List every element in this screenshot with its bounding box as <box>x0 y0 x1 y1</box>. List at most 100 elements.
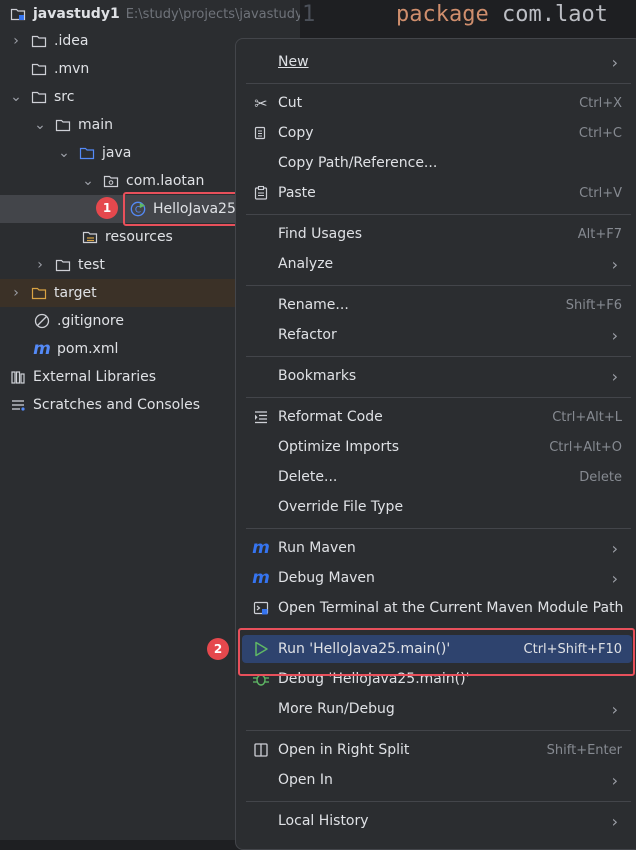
menu-item-override-file-type[interactable]: Override File Type <box>242 493 632 521</box>
copy-icon <box>252 124 270 142</box>
tree-label-test: test <box>78 257 105 273</box>
scratches-icon <box>10 397 26 413</box>
menu-label-rename: Rename... <box>278 297 349 313</box>
submenu-arrow-icon: › <box>611 699 618 719</box>
menu-item-open-right-split[interactable]: Open in Right Split Shift+Enter <box>242 736 632 764</box>
folder-icon <box>55 117 71 133</box>
tree-label-idea: .idea <box>54 33 89 49</box>
callout-box-2 <box>238 628 635 676</box>
menu-separator <box>246 83 631 84</box>
excluded-folder-icon <box>31 285 47 301</box>
split-icon <box>252 741 270 759</box>
menu-item-rename[interactable]: Rename... Shift+F6 <box>242 291 632 319</box>
menu-item-reformat[interactable]: Reformat Code Ctrl+Alt+L <box>242 403 632 431</box>
chevron-right-icon[interactable]: › <box>10 285 22 301</box>
menu-item-delete[interactable]: Delete... Delete <box>242 463 632 491</box>
tree-label-src: src <box>54 89 75 105</box>
menu-item-cut[interactable]: ✂ Cut Ctrl+X <box>242 89 632 117</box>
submenu-arrow-icon: › <box>611 366 618 386</box>
chevron-right-icon[interactable]: › <box>34 257 46 273</box>
tree-label-main: main <box>78 117 113 133</box>
code-keyword: package <box>396 2 489 27</box>
menu-item-refactor[interactable]: Refactor › <box>242 321 632 349</box>
submenu-arrow-icon: › <box>611 770 618 790</box>
menu-label-debug-maven: Debug Maven <box>278 570 375 586</box>
menu-separator <box>246 730 631 731</box>
folder-icon <box>31 89 47 105</box>
chevron-down-icon[interactable]: ⌄ <box>82 173 94 189</box>
project-name: javastudy1 <box>33 6 120 22</box>
menu-label-paste: Paste <box>278 185 316 201</box>
submenu-arrow-icon: › <box>611 325 618 345</box>
shortcut-delete: Delete <box>579 469 622 485</box>
code-package-name: com.laot <box>501 2 608 27</box>
menu-label: New <box>278 54 309 70</box>
shortcut-open-right-split: Shift+Enter <box>546 742 622 758</box>
library-icon <box>10 369 26 385</box>
menu-label-analyze: Analyze <box>278 256 334 272</box>
resources-folder-icon <box>82 229 98 245</box>
menu-item-bookmarks[interactable]: Bookmarks › <box>242 362 632 390</box>
chevron-right-icon[interactable]: › <box>10 33 22 49</box>
menu-label-optimize-imports: Optimize Imports <box>278 439 399 455</box>
submenu-arrow-icon: › <box>611 52 618 72</box>
folder-icon <box>31 33 47 49</box>
tree-label-scratches: Scratches and Consoles <box>33 397 200 413</box>
step-badge-1: 1 <box>96 197 118 219</box>
menu-separator <box>246 801 631 802</box>
menu-item-copy-path[interactable]: Copy Path/Reference... <box>242 149 632 177</box>
chevron-down-icon[interactable]: ⌄ <box>34 117 46 133</box>
menu-separator <box>246 285 631 286</box>
shortcut-cut: Ctrl+X <box>579 95 622 111</box>
tree-label-gitignore: .gitignore <box>57 313 124 329</box>
menu-item-copy[interactable]: Copy Ctrl+C <box>242 119 632 147</box>
menu-item-debug-maven[interactable]: m Debug Maven › <box>242 564 632 592</box>
menu-separator <box>246 397 631 398</box>
scissors-icon: ✂ <box>254 93 268 113</box>
package-icon <box>103 173 119 189</box>
menu-label-copy: Copy <box>278 125 314 141</box>
chevron-down-icon[interactable]: ⌄ <box>10 89 22 105</box>
debug-maven-icon: m <box>252 568 270 588</box>
paste-icon <box>252 184 270 202</box>
tree-label-pom: pom.xml <box>57 341 119 357</box>
menu-item-open-in[interactable]: Open In › <box>242 766 632 794</box>
reformat-icon <box>252 408 270 426</box>
tree-label-resources: resources <box>105 229 173 245</box>
menu-label-open-terminal: Open Terminal at the Current Maven Modul… <box>278 600 624 616</box>
chevron-down-icon[interactable]: ⌄ <box>58 145 70 161</box>
submenu-arrow-icon: › <box>611 538 618 558</box>
menu-item-paste[interactable]: Paste Ctrl+V <box>242 179 632 207</box>
shortcut-reformat: Ctrl+Alt+L <box>552 409 622 425</box>
menu-separator <box>246 528 631 529</box>
menu-item-find-usages[interactable]: Find Usages Alt+F7 <box>242 220 632 248</box>
code-line-1: package com.laot <box>396 2 608 27</box>
menu-item-analyze[interactable]: Analyze › <box>242 250 632 278</box>
tree-label-package: com.laotan <box>126 173 205 189</box>
folder-icon <box>55 257 71 273</box>
menu-item-optimize-imports[interactable]: Optimize Imports Ctrl+Alt+O <box>242 433 632 461</box>
menu-label-bookmarks: Bookmarks <box>278 368 357 384</box>
menu-label-new: New <box>278 54 309 70</box>
line-number: 1 <box>302 2 316 27</box>
ignore-file-icon <box>34 313 50 329</box>
menu-item-new[interactable]: New › <box>242 48 632 76</box>
menu-item-open-terminal[interactable]: Open Terminal at the Current Maven Modul… <box>242 594 632 622</box>
folder-icon <box>31 61 47 77</box>
menu-item-run-maven[interactable]: m Run Maven › <box>242 534 632 562</box>
menu-label-local-history: Local History <box>278 813 369 829</box>
menu-label-cut: Cut <box>278 95 303 111</box>
shortcut-optimize-imports: Ctrl+Alt+O <box>549 439 622 455</box>
tree-label-target: target <box>54 285 97 301</box>
source-folder-icon <box>79 145 95 161</box>
tree-row-project[interactable]: javastudy1 E:\study\projects\javastudy1 <box>0 0 311 28</box>
menu-label-override-file-type: Override File Type <box>278 499 404 515</box>
menu-item-more-run-debug[interactable]: More Run/Debug › <box>242 695 632 723</box>
shortcut-find-usages: Alt+F7 <box>577 226 622 242</box>
menu-label-refactor: Refactor <box>278 327 337 343</box>
module-folder-icon <box>10 6 26 22</box>
tree-label-java: java <box>102 145 132 161</box>
menu-item-local-history[interactable]: Local History › <box>242 807 632 835</box>
shortcut-rename: Shift+F6 <box>565 297 622 313</box>
menu-separator <box>246 356 631 357</box>
